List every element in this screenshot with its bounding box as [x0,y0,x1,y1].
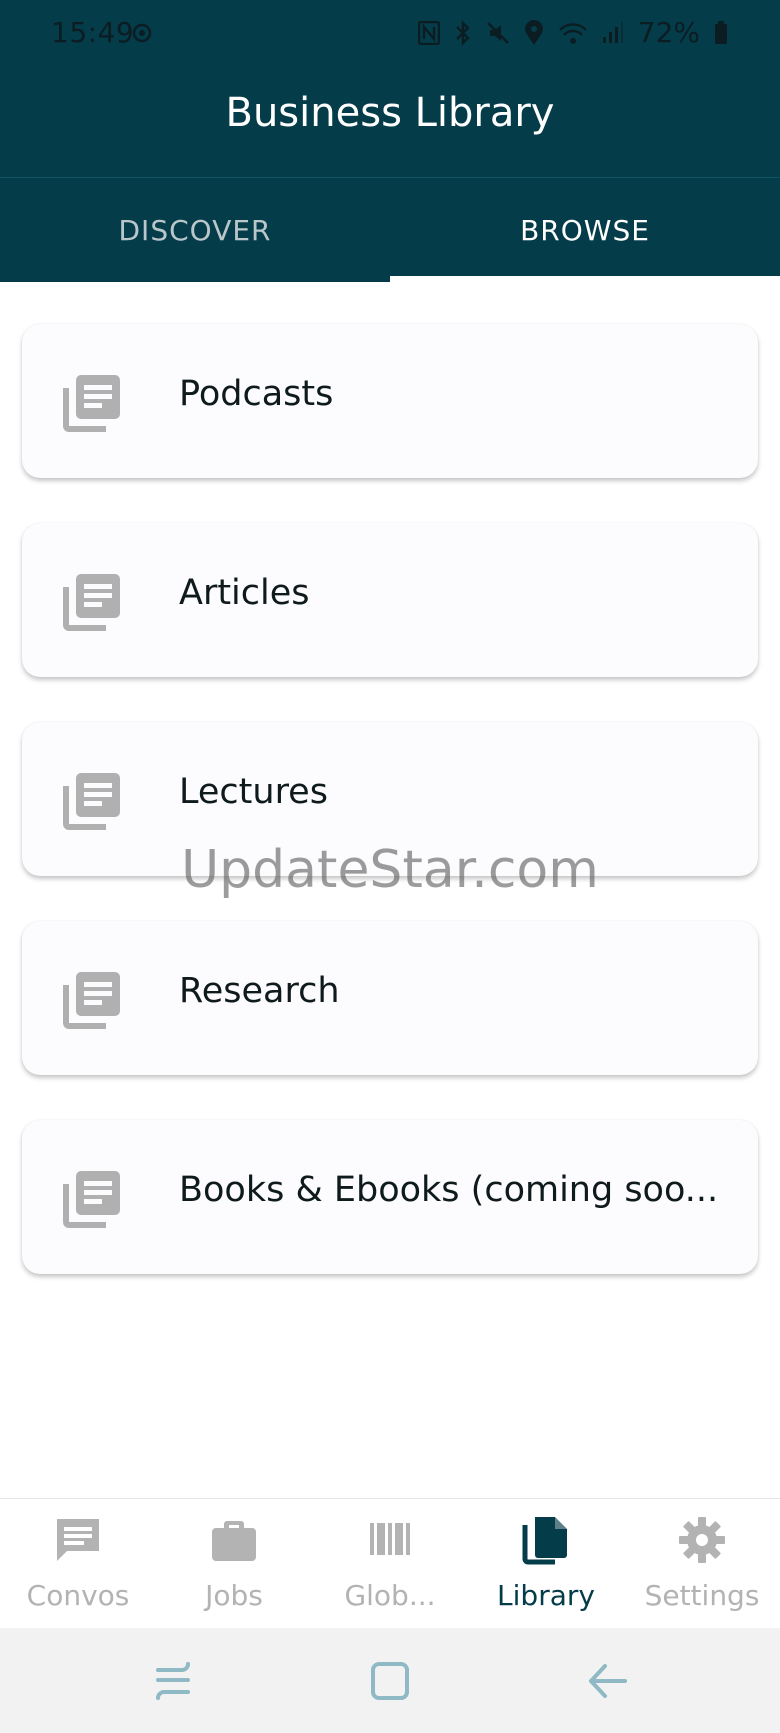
barcode-icon [370,1523,410,1555]
status-time: 15:49 [51,16,135,49]
library-item-label: Research [179,971,340,1011]
chat-icon [57,1519,99,1561]
tab-browse[interactable]: BROWSE [390,178,780,282]
system-navigation-bar [0,1628,780,1733]
tab-indicator [390,276,780,282]
library-books-icon [63,574,120,631]
app-header: 15:49 72% Business Library [0,0,780,177]
signal-icon [602,21,623,43]
library-icon [522,1517,567,1565]
library-books-icon [63,773,120,830]
nav-convos[interactable]: Convos [0,1499,156,1629]
nav-settings[interactable]: Settings [624,1499,780,1629]
home-icon[interactable] [365,1656,415,1706]
location-icon [524,19,543,45]
library-item-research[interactable]: Research [22,921,758,1075]
nav-label: Library [497,1579,595,1612]
library-item-podcasts[interactable]: Podcasts [22,324,758,478]
wifi-icon [558,22,587,44]
nfc-icon [417,20,440,45]
library-item-articles[interactable]: Articles [22,523,758,677]
library-item-label: Books & Ebooks (coming soo... [179,1170,719,1210]
mute-icon [486,21,509,44]
sync-icon [132,23,152,43]
library-item-label: Articles [179,573,310,613]
nav-label: Convos [26,1579,130,1612]
bottom-navigation: Convos Jobs Glob... Library Settings [0,1498,780,1629]
back-icon[interactable] [583,1656,633,1706]
gear-icon [679,1517,725,1563]
nav-global[interactable]: Glob... [312,1499,468,1629]
battery-icon [715,20,727,44]
nav-label: Settings [644,1579,760,1612]
nav-label: Glob... [344,1579,436,1612]
tab-bar: DISCOVER BROWSE [0,177,780,282]
battery-percent: 72% [637,16,700,49]
briefcase-icon [212,1521,256,1561]
nav-label: Jobs [205,1579,263,1612]
library-item-label: Podcasts [179,374,334,414]
recent-apps-icon[interactable] [148,1656,198,1706]
bluetooth-icon [455,19,470,46]
nav-jobs[interactable]: Jobs [156,1499,312,1629]
status-icons: 72% [417,16,728,49]
library-books-icon [63,972,120,1029]
page-title: Business Library [225,90,555,136]
nav-library[interactable]: Library [468,1499,624,1629]
library-item-books-ebooks[interactable]: Books & Ebooks (coming soo... [22,1120,758,1274]
tab-discover[interactable]: DISCOVER [0,178,390,282]
status-bar: 15:49 72% [0,0,780,70]
watermark: UpdateStar.com [181,840,599,900]
library-books-icon [63,375,120,432]
library-books-icon [63,1171,120,1228]
